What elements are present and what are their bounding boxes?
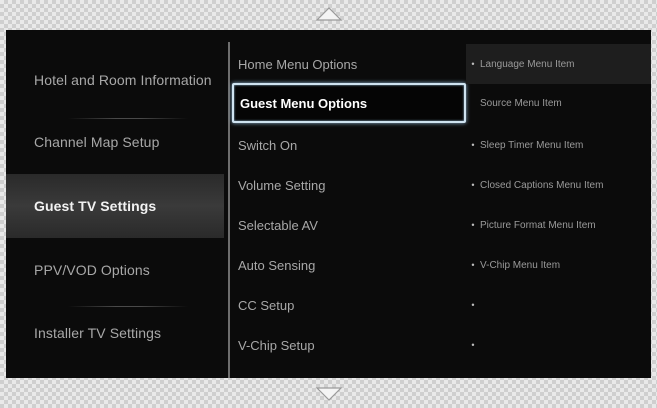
menu-item-sleep-timer[interactable]: • Sleep Timer Menu Item bbox=[466, 125, 651, 165]
bullet-icon: • bbox=[471, 340, 475, 350]
setting-switch-on[interactable]: Switch On bbox=[230, 125, 466, 165]
setting-label: Guest Menu Options bbox=[240, 95, 368, 111]
category-ppv-vod-options[interactable]: PPV/VOD Options bbox=[6, 242, 224, 298]
category-channel-map-setup[interactable]: Channel Map Setup bbox=[6, 114, 224, 170]
category-label: Installer TV Settings bbox=[34, 325, 162, 341]
category-label: PPV/VOD Options bbox=[34, 262, 150, 278]
category-hotel-room-information[interactable]: Hotel and Room Information bbox=[6, 52, 224, 108]
menu-item-empty[interactable]: • bbox=[466, 285, 651, 325]
setting-home-menu-options[interactable]: Home Menu Options bbox=[230, 44, 466, 84]
menu-item-label: V-Chip Menu Item bbox=[480, 259, 561, 271]
scroll-up-arrow-icon[interactable] bbox=[315, 6, 343, 22]
guest-menu-items-column: • Language Menu Item Source Menu Item • … bbox=[466, 30, 651, 378]
bullet-icon: • bbox=[471, 59, 475, 69]
setting-label: V-Chip Setup bbox=[238, 337, 315, 353]
category-installer-tv-settings[interactable]: Installer TV Settings bbox=[6, 305, 224, 361]
category-label: Guest TV Settings bbox=[34, 198, 157, 214]
category-label: Channel Map Setup bbox=[34, 134, 160, 150]
menu-item-v-chip[interactable]: • V-Chip Menu Item bbox=[466, 245, 651, 285]
category-column: Hotel and Room Information Channel Map S… bbox=[6, 30, 224, 378]
menu-item-label: Picture Format Menu Item bbox=[480, 219, 596, 231]
scroll-down-arrow-icon[interactable] bbox=[315, 386, 343, 402]
setting-cc-setup[interactable]: CC Setup bbox=[230, 285, 466, 325]
category-guest-tv-settings[interactable]: Guest TV Settings bbox=[6, 174, 224, 238]
category-label: Hotel and Room Information bbox=[34, 72, 212, 88]
menu-item-picture-format[interactable]: • Picture Format Menu Item bbox=[466, 205, 651, 245]
setting-volume-setting[interactable]: Volume Setting bbox=[230, 165, 466, 205]
bullet-icon: • bbox=[471, 220, 475, 230]
setting-label: CC Setup bbox=[238, 297, 295, 313]
menu-item-label: Sleep Timer Menu Item bbox=[480, 139, 584, 151]
setting-selectable-av[interactable]: Selectable AV bbox=[230, 205, 466, 245]
menu-item-empty[interactable]: • bbox=[466, 325, 651, 365]
menu-item-source[interactable]: Source Menu Item bbox=[466, 83, 651, 123]
setting-label: Home Menu Options bbox=[238, 56, 358, 72]
settings-menu-panel: Hotel and Room Information Channel Map S… bbox=[6, 30, 651, 378]
menu-item-label: Source Menu Item bbox=[480, 97, 562, 109]
setting-label: Auto Sensing bbox=[238, 257, 316, 273]
setting-guest-menu-options[interactable]: Guest Menu Options bbox=[232, 83, 466, 123]
menu-item-label: Closed Captions Menu Item bbox=[480, 179, 604, 191]
setting-label: Switch On bbox=[238, 137, 298, 153]
setting-label: Volume Setting bbox=[238, 177, 326, 193]
setting-auto-sensing[interactable]: Auto Sensing bbox=[230, 245, 466, 285]
bullet-icon: • bbox=[471, 260, 475, 270]
setting-label: Selectable AV bbox=[238, 217, 318, 233]
setting-v-chip-setup[interactable]: V-Chip Setup bbox=[230, 325, 466, 365]
menu-item-language[interactable]: • Language Menu Item bbox=[466, 44, 651, 84]
menu-item-closed-captions[interactable]: • Closed Captions Menu Item bbox=[466, 165, 651, 205]
guest-settings-column: Home Menu Options Guest Menu Options Swi… bbox=[230, 30, 466, 378]
bullet-icon: • bbox=[471, 300, 475, 310]
bullet-icon: • bbox=[471, 180, 475, 190]
bullet-icon: • bbox=[471, 140, 475, 150]
menu-item-label: Language Menu Item bbox=[480, 58, 575, 70]
